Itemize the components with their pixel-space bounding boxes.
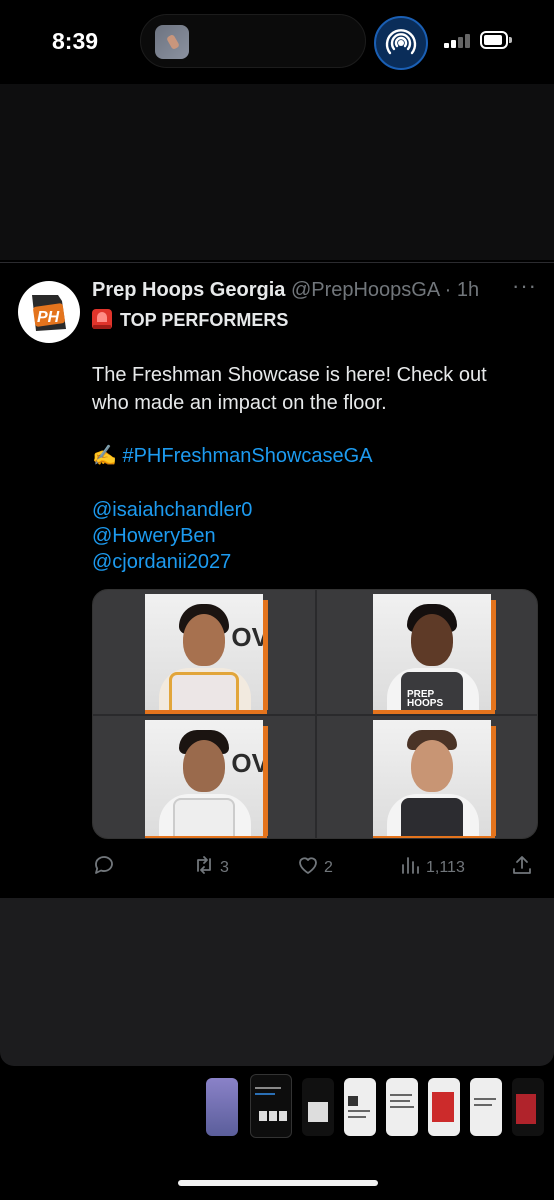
retweet-button[interactable]: 3 [192, 853, 229, 877]
thumbnail[interactable] [302, 1078, 334, 1136]
cellular-signal-icon [444, 34, 470, 48]
thumbnail[interactable] [344, 1078, 376, 1136]
heart-icon [299, 857, 317, 874]
like-count: 2 [324, 859, 333, 876]
reply-icon [95, 856, 113, 874]
svg-text:PH: PH [37, 309, 60, 326]
like-button[interactable]: 2 [296, 853, 333, 877]
player-photo[interactable]: PREP HOOPS [317, 590, 537, 714]
dynamic-island[interactable] [140, 14, 366, 68]
retweet-count: 3 [220, 859, 229, 876]
live-activity-thumbnail[interactable] [155, 25, 189, 59]
tweet-author[interactable]: Prep Hoops Georgia @PrepHoopsGA · 1h [92, 279, 479, 302]
player-photo[interactable]: OV [93, 716, 315, 838]
tweet-media-grid[interactable]: OV PREP HOOPS OV [92, 589, 538, 839]
share-button[interactable] [510, 853, 538, 877]
mention-link[interactable]: @HoweryBen [92, 523, 252, 549]
thumbnail[interactable] [386, 1078, 418, 1136]
view-count: 1,113 [426, 859, 465, 876]
mention-link[interactable]: @isaiahchandler0 [92, 497, 252, 523]
writing-hand-emoji-icon: ✍️ [92, 445, 117, 467]
share-icon [513, 856, 531, 874]
player-photo[interactable]: OV [317, 716, 537, 838]
views-chart-icon [402, 857, 419, 874]
mention-list: @isaiahchandler0 @HoweryBen @cjordanii20… [92, 497, 252, 575]
avatar[interactable]: PH [18, 281, 80, 343]
tweet-headline: TOP PERFORMERS [92, 309, 288, 331]
tweet-action-bar: 3 2 1,113 [92, 853, 532, 877]
thumbnail[interactable] [470, 1078, 502, 1136]
views-button[interactable]: 1,113 [398, 853, 465, 877]
mention-link[interactable]: @cjordanii2027 [92, 549, 252, 575]
thumbnail[interactable] [206, 1078, 238, 1136]
battery-icon [480, 31, 512, 49]
tweet-hashtag-line: ✍️ #PHFreshmanShowcaseGA [92, 443, 373, 468]
player-photo[interactable]: OV [93, 590, 315, 714]
thumbnail[interactable] [428, 1078, 460, 1136]
siren-emoji-icon [92, 309, 112, 329]
author-handle[interactable]: @PrepHoopsGA · 1h [291, 279, 479, 301]
hashtag-link[interactable]: #PHFreshmanShowcaseGA [122, 445, 372, 467]
thumbnail-selected[interactable] [250, 1074, 292, 1138]
previous-content-panel [0, 84, 554, 260]
status-bar: 8:39 [0, 0, 554, 80]
home-indicator[interactable] [178, 1180, 378, 1186]
thumbnail[interactable] [512, 1078, 544, 1136]
next-content-panel [0, 898, 554, 1066]
tweet[interactable]: PH Prep Hoops Georgia @PrepHoopsGA · 1h … [0, 263, 554, 897]
retweet-icon [197, 856, 211, 874]
reply-button[interactable] [92, 853, 120, 877]
tweet-body: The Freshman Showcase is here! Check out… [92, 364, 487, 414]
more-options-icon[interactable]: ··· [512, 273, 537, 299]
clock: 8:39 [52, 28, 99, 54]
airdrop-icon[interactable] [374, 16, 428, 70]
author-name[interactable]: Prep Hoops Georgia [92, 279, 285, 301]
